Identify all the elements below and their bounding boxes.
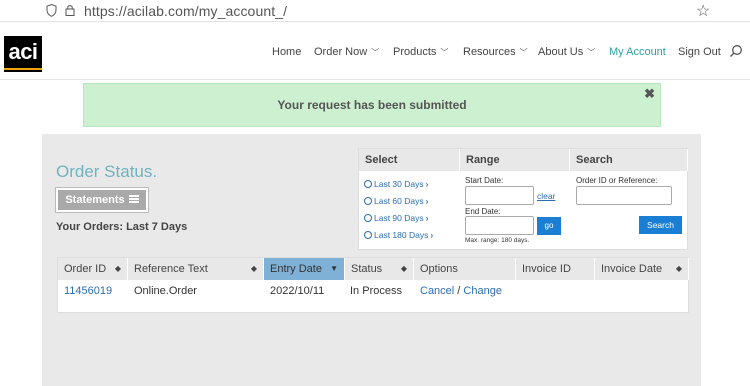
order-id-link[interactable]: 11456019 (64, 285, 112, 297)
col-status[interactable]: Status ◆ (345, 258, 414, 280)
max-range-note: Max. range: 180 days. (465, 237, 530, 244)
quick-range-180[interactable]: Last 180 Days › (364, 230, 433, 240)
reference-text: Online.Order (134, 285, 197, 297)
aci-logo[interactable]: aci (4, 36, 42, 72)
quick-range-90[interactable]: Last 90 Days › (364, 213, 428, 223)
clear-link[interactable]: clear (537, 191, 555, 201)
bookmark-star-icon[interactable]: ☆ (696, 1, 710, 21)
col-label: Entry Date (270, 263, 322, 275)
nav-my-account[interactable]: My Account (609, 46, 666, 58)
statements-button[interactable]: Statements (56, 188, 148, 212)
nav-order-now-label: Order Now (314, 46, 368, 58)
col-label: Options (420, 263, 458, 275)
search-header: Search (570, 149, 688, 171)
search-icon (364, 231, 372, 239)
chevron-down-icon: ﹀ (587, 48, 596, 57)
page-title: Order Status. (56, 162, 158, 181)
nav-sign-out[interactable]: Sign Out (678, 46, 721, 58)
end-date-input[interactable] (465, 216, 534, 235)
change-link[interactable]: Change (463, 285, 502, 297)
select-header: Select (359, 149, 460, 171)
cancel-link[interactable]: Cancel (420, 285, 454, 297)
nav-resources-label: Resources (463, 46, 516, 58)
nav-sign-out-label: Sign Out (678, 46, 721, 58)
search-icon (364, 214, 372, 222)
browser-address-bar[interactable]: https://acilab.com/my_account_/ ☆ (0, 0, 750, 22)
alert-message: Your request has been submitted (277, 98, 467, 112)
nav-order-now[interactable]: Order Now ﹀ (314, 46, 379, 58)
nav-resources[interactable]: Resources ﹀ (463, 46, 528, 58)
sort-icon: ◆ (675, 264, 682, 273)
success-alert: Your request has been submitted ✖ (83, 83, 661, 127)
search-button[interactable]: Search (639, 216, 682, 234)
nav-products[interactable]: Products ﹀ (393, 46, 448, 58)
quick-range-label: Last 30 Days (374, 179, 424, 189)
col-order-id[interactable]: Order ID ◆ (58, 258, 128, 280)
chevron-down-icon: ﹀ (519, 48, 528, 57)
quick-range-label: Last 180 Days (374, 230, 429, 240)
shield-icon (46, 4, 57, 17)
col-label: Reference Text (134, 263, 208, 275)
sort-icon: ◆ (250, 264, 257, 273)
sort-icon: ◆ (400, 264, 407, 273)
order-id-label: Order ID or Reference: (576, 176, 658, 185)
sort-icon: ◆ (114, 264, 121, 273)
logo-underline (4, 68, 42, 70)
entry-date: 2022/10/11 (270, 285, 325, 297)
nav-products-label: Products (393, 46, 437, 58)
col-options: Options (414, 258, 516, 280)
nav-home-label: Home (272, 46, 302, 58)
nav-about-us[interactable]: About Us ﹀ (538, 46, 595, 58)
header-divider (0, 79, 750, 80)
status-text: In Process (350, 285, 402, 297)
go-button[interactable]: go (537, 217, 561, 235)
col-label: Order ID (64, 263, 107, 275)
col-entry-date[interactable]: Entry Date ▼ (264, 258, 345, 280)
col-label: Invoice Date (601, 263, 663, 275)
close-icon[interactable]: ✖ (644, 86, 655, 102)
nav-about-us-label: About Us (538, 46, 584, 58)
search-icon (364, 197, 372, 205)
logo-text: aci (8, 39, 38, 64)
lock-icon (65, 5, 75, 16)
start-date-label: Start Date: (465, 176, 504, 185)
chevron-down-icon: ﹀ (371, 48, 380, 57)
order-id-input[interactable] (576, 186, 672, 205)
col-label: Status (351, 263, 383, 275)
order-filter: Select Range Search Last 30 Days › Last 6… (358, 148, 688, 250)
sort-desc-icon: ▼ (330, 264, 338, 273)
end-date-label: End Date: (465, 207, 501, 216)
nav-my-account-label: My Account (609, 46, 666, 58)
orders-table: Order ID ◆ Reference Text ◆ Entry Date ▼ St… (57, 257, 689, 313)
url-text[interactable]: https://acilab.com/my_account_/ (84, 3, 287, 19)
start-date-input[interactable] (465, 186, 534, 205)
quick-range-label: Last 60 Days (374, 196, 424, 206)
chevron-right-icon: › (430, 230, 434, 240)
search-icon (364, 180, 372, 188)
chevron-right-icon: › (425, 213, 429, 223)
chevron-down-icon: ﹀ (440, 48, 449, 57)
list-icon (128, 195, 139, 203)
chevron-right-icon: › (425, 196, 429, 206)
orders-range-label: Your Orders: Last 7 Days (56, 221, 188, 233)
chevron-right-icon: › (425, 179, 429, 189)
quick-range-60[interactable]: Last 60 Days › (364, 196, 428, 206)
search-icon[interactable] (729, 44, 743, 58)
col-invoice-id: Invoice ID (516, 258, 595, 280)
statements-label: Statements (65, 194, 125, 206)
col-reference-text[interactable]: Reference Text ◆ (128, 258, 264, 280)
quick-range-30[interactable]: Last 30 Days › (364, 179, 428, 189)
col-invoice-date[interactable]: Invoice Date ◆ (595, 258, 689, 280)
range-header: Range (460, 149, 570, 171)
quick-range-label: Last 90 Days (374, 213, 424, 223)
col-label: Invoice ID (522, 263, 571, 275)
nav-home[interactable]: Home (272, 46, 301, 58)
